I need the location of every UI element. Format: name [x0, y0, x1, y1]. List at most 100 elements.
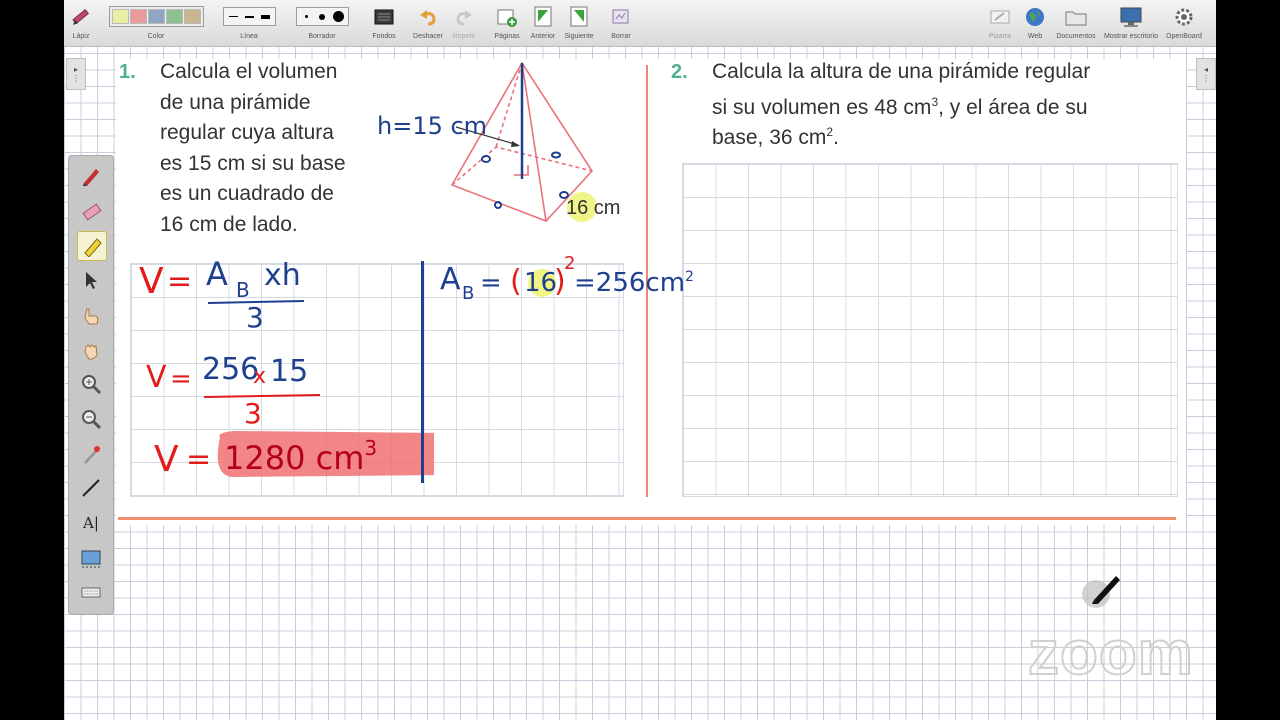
- background-grid-icon: [374, 9, 394, 24]
- pencil-icon: [72, 8, 89, 25]
- line-medium-option[interactable]: [243, 10, 256, 23]
- color-swatch[interactable]: [111, 9, 129, 24]
- eraser-large-option[interactable]: [332, 10, 345, 23]
- left-panel-toggle[interactable]: ▸ ⋮: [66, 58, 86, 90]
- backgrounds-button[interactable]: Fondos: [366, 4, 402, 40]
- interact-tool[interactable]: [77, 301, 105, 329]
- color-swatch[interactable]: [129, 9, 147, 24]
- color-swatch[interactable]: [183, 9, 201, 24]
- zoom-in-icon: [82, 375, 102, 395]
- web-mode-button[interactable]: Web: [1020, 4, 1050, 40]
- next-page-icon: [570, 6, 588, 26]
- redo-button[interactable]: Repetir: [448, 4, 480, 40]
- area-subscript: B: [236, 278, 250, 302]
- line-icon: [82, 479, 100, 497]
- eraser-icon: [82, 203, 102, 221]
- problem-1-line: de una pirámide: [160, 90, 311, 114]
- line-tool[interactable]: [77, 474, 105, 502]
- volume-handwriting: V = A B xh 3 V = 256 x 15 3 V = 1280 cm3: [139, 255, 434, 480]
- area-symbol: A: [206, 255, 228, 293]
- line-thin-option[interactable]: [227, 10, 240, 23]
- openboard-window: Lápiz Color Línea Borrador Fondos Deshac…: [64, 0, 1216, 720]
- area-lhs-subscript: B: [462, 283, 474, 304]
- numerator-15: 15: [270, 354, 308, 389]
- v-symbol-2: V: [146, 360, 167, 395]
- erase-all-button[interactable]: Borrar: [604, 4, 638, 40]
- numerator-256: 256: [202, 352, 259, 387]
- screen-capture-icon: [81, 550, 101, 568]
- problem-1-line: es 15 cm si su base: [160, 151, 346, 175]
- equals-1: =: [167, 264, 192, 299]
- globe-icon: [1026, 7, 1044, 26]
- equals-2: =: [170, 364, 192, 394]
- handwritten-divider: [421, 261, 424, 483]
- height-label: h=15 cm: [377, 112, 488, 140]
- redo-icon: [456, 9, 472, 25]
- text-tool[interactable]: A|: [77, 509, 105, 537]
- hand-icon: [84, 344, 98, 360]
- times-symbol: x: [253, 364, 266, 389]
- undo-icon: [420, 9, 436, 25]
- zoom-out-icon: [82, 410, 102, 430]
- highlighter-tool[interactable]: [77, 231, 107, 261]
- equals-3: =: [186, 442, 211, 477]
- problem-1-number: 1.: [119, 61, 136, 83]
- area-equals: =: [480, 268, 502, 298]
- hand-tool[interactable]: [77, 336, 105, 364]
- pen-icon: [83, 169, 99, 186]
- problem-1-line: es un cuadrado de: [160, 182, 334, 205]
- color-selector[interactable]: Color: [106, 4, 206, 40]
- openboard-menu-button[interactable]: OpenBoard: [1164, 4, 1204, 40]
- previous-page-button[interactable]: Anterior: [527, 4, 559, 40]
- pen-cursor-icon: [1082, 576, 1120, 608]
- pen-tool[interactable]: [77, 162, 105, 190]
- laser-pointer-icon: [84, 446, 100, 464]
- problem-1-line: 16 cm de lado.: [160, 212, 298, 236]
- times-height: xh: [264, 258, 301, 293]
- line-width-selector[interactable]: Línea: [218, 4, 280, 40]
- previous-page-icon: [534, 6, 552, 26]
- gear-icon: [1175, 8, 1193, 25]
- denominator-2: 3: [244, 397, 262, 430]
- main-toolbar: Lápiz Color Línea Borrador Fondos Deshac…: [64, 0, 1216, 47]
- zoom-in-tool[interactable]: [77, 370, 105, 398]
- right-panel-toggle[interactable]: ◂ ⋮: [1196, 58, 1216, 90]
- zoom-out-tool[interactable]: [77, 405, 105, 433]
- monitor-icon: [1120, 7, 1142, 27]
- pencil-button[interactable]: Lápiz: [66, 4, 96, 40]
- virtual-keyboard-tool[interactable]: [77, 578, 105, 606]
- section-divider: [118, 517, 1176, 520]
- problem-2-line-3: base, 36 cm2.: [712, 125, 839, 149]
- capture-tool[interactable]: [77, 544, 105, 572]
- v-symbol-1: V: [139, 261, 164, 302]
- selector-tool[interactable]: [77, 266, 105, 294]
- folder-icon: [1065, 11, 1087, 25]
- color-swatch[interactable]: [165, 9, 183, 24]
- problem-1-line: Calcula el volumen: [160, 60, 338, 83]
- text-icon: A|: [83, 514, 99, 532]
- keyboard-icon: [81, 587, 101, 598]
- eraser-tool[interactable]: [77, 197, 105, 225]
- eraser-size-selector[interactable]: Borrador: [291, 4, 353, 40]
- laser-pointer-tool[interactable]: [77, 440, 105, 468]
- show-desktop-button[interactable]: Mostrar escritorio: [1100, 4, 1162, 40]
- color-swatch[interactable]: [147, 9, 165, 24]
- stylus-palette: A|: [68, 155, 114, 615]
- board-mode-button[interactable]: Pizarra: [984, 4, 1016, 40]
- eraser-small-option[interactable]: [300, 10, 313, 23]
- color-swatches: [108, 6, 204, 27]
- highlighter-icon: [84, 238, 102, 257]
- volume-result: 1280 cm3: [224, 436, 377, 477]
- base-area-handwriting: A B = ( 16 ) 2 =256cm2: [440, 253, 694, 304]
- documents-button[interactable]: Documentos: [1052, 4, 1100, 40]
- line-thick-option[interactable]: [259, 10, 272, 23]
- eraser-medium-option[interactable]: [316, 10, 329, 23]
- arrow-cursor-icon: [86, 272, 97, 289]
- undo-button[interactable]: Deshacer: [409, 4, 447, 40]
- next-page-button[interactable]: Siguiente: [560, 4, 598, 40]
- side-value: 16: [524, 268, 557, 298]
- area-lhs: A: [440, 262, 461, 297]
- area-result: =256cm2: [574, 268, 694, 298]
- erase-all-icon: [612, 9, 629, 23]
- pages-button[interactable]: Páginas: [490, 4, 524, 40]
